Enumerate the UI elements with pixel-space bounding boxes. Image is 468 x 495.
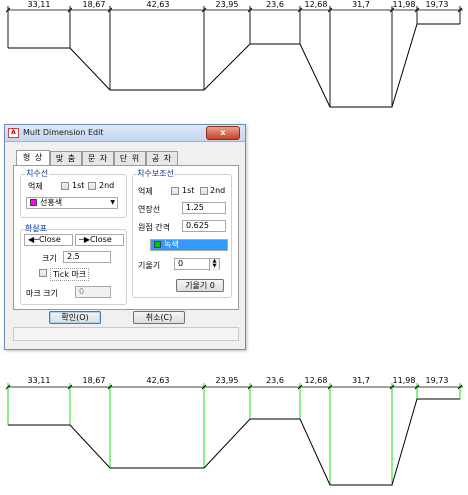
dialog-title: Mult Dimension Edit [23, 128, 104, 137]
mark-size-input[interactable]: 0 [75, 286, 111, 298]
dimension-value: 33,11 [28, 376, 51, 385]
dim-line-2nd-checkbox[interactable] [88, 182, 96, 190]
tab-tolerance[interactable]: 공 차 [146, 151, 178, 165]
dimension-value: 18,67 [83, 0, 106, 9]
tab-fit[interactable]: 맞 춤 [50, 151, 82, 165]
tab-units[interactable]: 단 위 [114, 151, 146, 165]
tab-panel-shape: 치수선 억제 1st 2nd 선홍색 ▼ 화살표 ◀─Close ─▶Close… [13, 165, 239, 310]
chevron-down-icon: ▼ [110, 199, 115, 206]
tick-mark-checkbox[interactable] [39, 269, 47, 277]
dim-line-color-value: 선홍색 [40, 198, 63, 207]
dimension-value: 19,73 [426, 0, 449, 9]
oblique-label: 기울기 [138, 261, 161, 270]
ext-line-color-value: 녹색 [164, 240, 179, 249]
arrow-left-icon: ◀─ [28, 235, 39, 244]
arrow-2nd-select[interactable]: ─▶Close [75, 234, 124, 246]
extension-input[interactable]: 1.25 [182, 202, 226, 214]
dimension-value: 31,7 [352, 376, 370, 385]
status-bar [13, 327, 239, 341]
dim-line-color-select[interactable]: 선홍색 ▼ [26, 197, 118, 209]
dimension-labels: 33,11 18,67 42,63 23,95 23,6 12,68 31,7 … [28, 376, 449, 385]
dim-line-group-title: 치수선 [25, 168, 50, 179]
dimension-value: 12,68 [305, 376, 328, 385]
dimension-value: 42,63 [147, 376, 170, 385]
dimension-value: 23,95 [216, 0, 239, 9]
dimension-value: 18,67 [83, 376, 106, 385]
top-profile-drawing: 33,11 18,67 42,63 23,95 23,6 12,68 31,7 … [5, 0, 463, 108]
app-icon: A [8, 128, 19, 138]
arrow-1st-select[interactable]: ◀─Close [24, 234, 73, 246]
ext-line-suppress-label: 억제 [138, 187, 153, 196]
oblique-input[interactable]: 0 ▲ ▼ [174, 258, 220, 271]
ext-line-1st-checkbox[interactable] [171, 187, 179, 195]
dimension-value: 23,6 [266, 376, 284, 385]
color-swatch [154, 241, 161, 248]
oblique-value: 0 [178, 259, 184, 268]
extension-label: 연장선 [138, 205, 161, 214]
arrow-2nd-value: Close [89, 235, 112, 244]
ext-line-group-title: 치수보조선 [136, 168, 175, 179]
arrow-right-icon: ─▶ [79, 235, 90, 244]
offset-input[interactable]: 0.625 [182, 220, 226, 232]
color-swatch [30, 199, 37, 206]
dimension-labels: 33,11 18,67 42,63 23,95 23,6 12,68 31,7 … [28, 0, 449, 9]
dimension-value: 42,63 [147, 0, 170, 9]
dimension-value: 11,98 [393, 376, 416, 385]
tab-shape[interactable]: 형 상 [16, 150, 50, 165]
bottom-profile-drawing: 33,11 18,67 42,63 23,95 23,6 12,68 31,7 … [5, 376, 463, 486]
mult-dimension-edit-dialog: A Mult Dimension Edit x 형 상 맞 춤 문 자 단 위 … [4, 124, 246, 350]
ext-line-2nd-checkbox[interactable] [200, 187, 208, 195]
arrow-size-label: 크기 [42, 254, 57, 263]
arrow-1st-value: Close [38, 235, 61, 244]
dimension-value: 11,98 [393, 0, 416, 9]
oblique-zero-button[interactable]: 기울기 0 [176, 279, 224, 292]
dimension-value: 33,11 [28, 0, 51, 9]
ext-line-2nd-label: 2nd [210, 186, 226, 195]
ext-line-color-select[interactable]: 녹색 ▼ [150, 239, 228, 251]
tab-text[interactable]: 문 자 [82, 151, 114, 165]
tick-mark-label: Tick 마크 [50, 268, 90, 281]
dialog-titlebar[interactable]: A Mult Dimension Edit x [5, 125, 245, 142]
arrow-size-input[interactable]: 2.5 [63, 251, 111, 263]
dimension-row [5, 6, 463, 107]
dimension-value: 31,7 [352, 0, 370, 9]
dimension-value: 23,6 [266, 0, 284, 9]
mark-size-label: 마크 크기 [26, 289, 58, 298]
ext-line-1st-label: 1st [182, 186, 195, 195]
dimension-value: 19,73 [426, 376, 449, 385]
dim-line-suppress-label: 억제 [28, 182, 43, 191]
ok-button[interactable]: 확인(O) [49, 311, 101, 324]
dim-line-1st-label: 1st [72, 181, 85, 190]
dimension-row [5, 383, 463, 485]
dimension-value: 12,68 [305, 0, 328, 9]
dim-line-1st-checkbox[interactable] [61, 182, 69, 190]
close-button[interactable]: x [206, 126, 240, 140]
dimension-value: 23,95 [216, 376, 239, 385]
spinner-icon[interactable]: ▲ ▼ [209, 259, 219, 271]
cancel-button[interactable]: 취소(C) [133, 311, 185, 324]
dim-line-2nd-label: 2nd [99, 181, 115, 190]
offset-label: 원점 간격 [138, 223, 170, 232]
